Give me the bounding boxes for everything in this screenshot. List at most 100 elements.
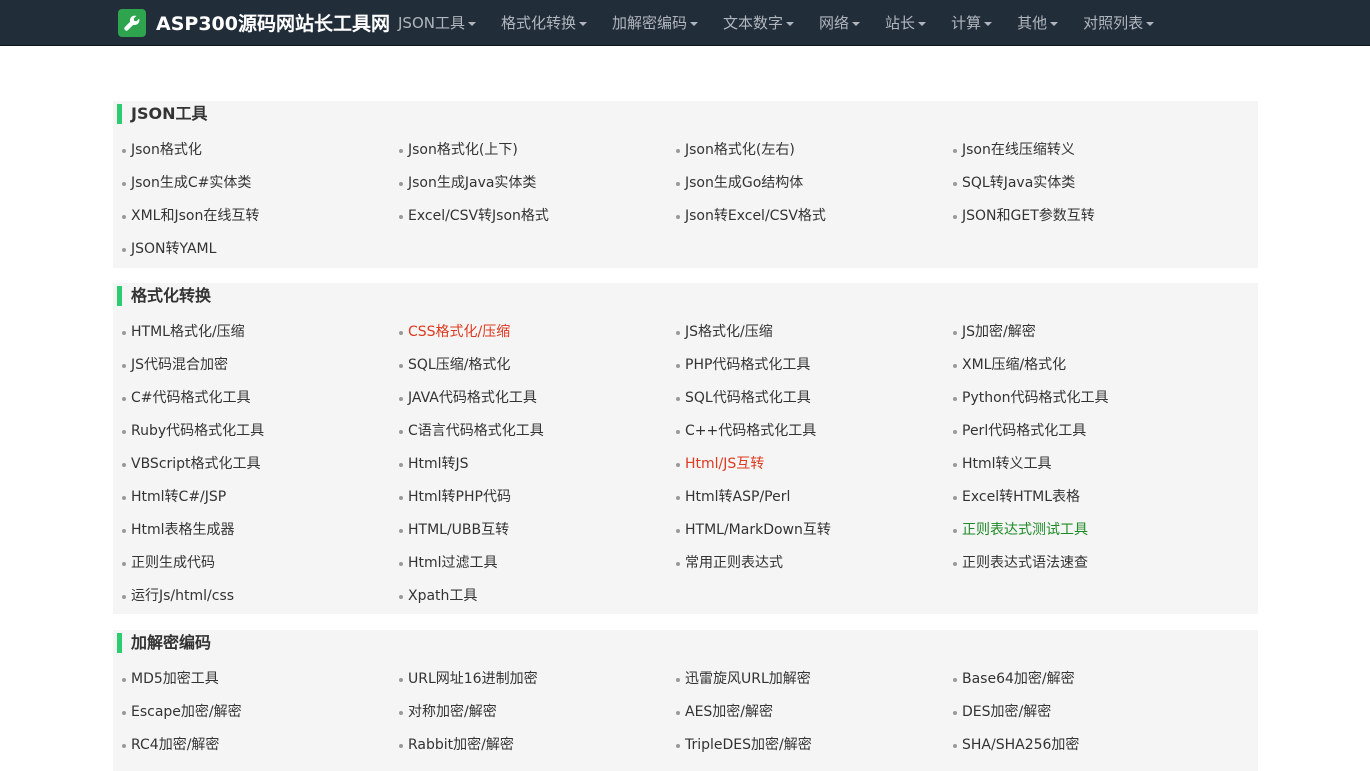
nav-menu-item[interactable]: 格式化转换 (489, 0, 600, 45)
tool-link[interactable]: Html转ASP/Perl (667, 481, 944, 514)
tool-link[interactable]: 迅雷旋风URL加解密 (667, 663, 944, 696)
tool-link[interactable]: JAVA代码格式化工具 (390, 382, 667, 415)
caret-down-icon (1146, 21, 1155, 26)
tool-link[interactable]: HTML/MarkDown互转 (667, 514, 944, 547)
caret-down-icon (984, 21, 993, 26)
caret-down-icon (786, 21, 795, 26)
tool-link[interactable]: HTML格式化/压缩 (113, 316, 390, 349)
tool-grid: HTML格式化/压缩 CSS格式化/压缩 JS格式化/压缩 JS加密/解密 JS代码… (113, 316, 1258, 613)
nav-menu-item[interactable]: JSON工具 (386, 0, 489, 45)
tool-link[interactable]: JSON转YAML (113, 233, 390, 266)
section-title: 格式化转换 (117, 286, 211, 306)
caret-down-icon (852, 21, 861, 26)
nav-menu-item[interactable]: 文本数字 (711, 0, 807, 45)
tool-link[interactable]: XML压缩/格式化 (944, 349, 1221, 382)
nav-menu-item[interactable]: 站长 (873, 0, 939, 45)
tool-link[interactable]: SQL压缩/格式化 (390, 349, 667, 382)
tool-link[interactable]: SQL代码格式化工具 (667, 382, 944, 415)
nav-menu-label: 格式化转换 (500, 14, 576, 32)
tool-link[interactable]: RC4加密/解密 (113, 729, 390, 762)
tool-link[interactable]: Python代码格式化工具 (944, 382, 1221, 415)
tool-link[interactable]: HTML/UBB互转 (390, 514, 667, 547)
tool-link[interactable]: Ruby代码格式化工具 (113, 415, 390, 448)
tool-link[interactable]: XML和Json在线互转 (113, 200, 390, 233)
main-nav-menu: JSON工具 格式化转换 加解密编码 文本数字 网络 站长 计算 其他 对照列表 (386, 0, 1167, 45)
tool-grid: Json格式化 Json格式化(上下) Json格式化(左右) Json在线压缩转义… (113, 134, 1258, 266)
tool-link[interactable]: Json格式化(上下) (390, 134, 667, 167)
nav-menu-label: 计算 (951, 14, 982, 32)
tool-link[interactable]: SQL转Java实体类 (944, 167, 1221, 200)
nav-menu-label: 站长 (885, 14, 916, 32)
caret-down-icon (579, 21, 587, 26)
tool-link[interactable]: MD5加密工具 (113, 663, 390, 696)
tool-link[interactable]: URL网址16进制加密 (390, 663, 667, 696)
tool-link[interactable]: JS格式化/压缩 (667, 316, 944, 349)
tool-link[interactable]: Json格式化 (113, 134, 390, 167)
tool-link[interactable]: Json转Excel/CSV格式 (667, 200, 944, 233)
wrench-icon (118, 8, 146, 37)
tool-link[interactable]: 对称加密/解密 (390, 696, 667, 729)
tool-link[interactable]: JS代码混合加密 (113, 349, 390, 382)
section-title: JSON工具 (117, 104, 207, 124)
tool-link[interactable]: SHA/SHA256加密 (944, 729, 1221, 762)
tool-link[interactable]: JSON和GET参数互转 (944, 200, 1221, 233)
nav-menu-label: 网络 (819, 14, 850, 32)
tool-link[interactable]: Rabbit加密/解密 (390, 729, 667, 762)
tool-link[interactable]: Json在线压缩转义 (944, 134, 1221, 167)
nav-menu-item[interactable]: 对照列表 (1071, 0, 1167, 45)
tool-link[interactable]: Excel/CSV转Json格式 (390, 200, 667, 233)
nav-menu-label: 其他 (1017, 14, 1048, 32)
tool-link[interactable]: Xpath工具 (390, 580, 667, 613)
tool-section: 格式化转换 HTML格式化/压缩 CSS格式化/压缩 JS格式化/压缩 JS加密/解密… (113, 283, 1258, 614)
tool-link[interactable]: 正则表达式语法速查 (944, 547, 1221, 580)
tool-link[interactable]: 正则生成代码 (113, 547, 390, 580)
tool-link[interactable]: Json生成Java实体类 (390, 167, 667, 200)
top-navbar: ASP300源码网站长工具网 JSON工具 格式化转换 加解密编码 文本数字 网络 站长 计… (0, 0, 1370, 46)
tool-section: JSON工具 Json格式化 Json格式化(上下) Json格式化(左右) Json… (113, 101, 1258, 268)
tool-link[interactable]: AES加密/解密 (667, 696, 944, 729)
tool-grid: MD5加密工具 URL网址16进制加密 迅雷旋风URL加解密 Base64加密/解密… (113, 663, 1258, 762)
caret-down-icon (467, 21, 476, 26)
tool-link[interactable]: PHP代码格式化工具 (667, 349, 944, 382)
nav-menu-label: 加解密编码 (612, 14, 688, 32)
section-title: 加解密编码 (117, 633, 211, 653)
nav-menu-item[interactable]: 加解密编码 (600, 0, 711, 45)
tool-link[interactable]: Html/JS互转 (667, 448, 944, 481)
brand[interactable]: ASP300源码网站长工具网 (118, 8, 390, 37)
tool-link[interactable]: Perl代码格式化工具 (944, 415, 1221, 448)
caret-down-icon (918, 21, 927, 26)
nav-menu-item[interactable]: 网络 (807, 0, 873, 45)
tool-link[interactable]: 运行Js/html/css (113, 580, 390, 613)
tool-link[interactable]: Html转JS (390, 448, 667, 481)
tool-link[interactable]: Escape加密/解密 (113, 696, 390, 729)
tool-link[interactable]: JS加密/解密 (944, 316, 1221, 349)
tool-link[interactable]: DES加密/解密 (944, 696, 1221, 729)
tool-link[interactable]: Json格式化(左右) (667, 134, 944, 167)
tool-link[interactable]: Json生成Go结构体 (667, 167, 944, 200)
nav-menu-label: JSON工具 (398, 14, 465, 32)
tool-link[interactable]: Html转义工具 (944, 448, 1221, 481)
tool-link[interactable]: 正则表达式测试工具 (944, 514, 1221, 547)
tool-link[interactable]: CSS格式化/压缩 (390, 316, 667, 349)
tool-link[interactable]: 常用正则表达式 (667, 547, 944, 580)
tool-link[interactable]: Base64加密/解密 (944, 663, 1221, 696)
tool-link[interactable]: Html表格生成器 (113, 514, 390, 547)
tool-section: 加解密编码 MD5加密工具 URL网址16进制加密 迅雷旋风URL加解密 Base64… (113, 630, 1258, 771)
nav-menu-label: 对照列表 (1083, 14, 1144, 32)
tool-link[interactable]: C语言代码格式化工具 (390, 415, 667, 448)
nav-menu-item[interactable]: 其他 (1005, 0, 1071, 45)
caret-down-icon (1050, 21, 1059, 26)
tool-link[interactable]: TripleDES加密/解密 (667, 729, 944, 762)
tool-link[interactable]: Excel转HTML表格 (944, 481, 1221, 514)
tool-link[interactable]: C#代码格式化工具 (113, 382, 390, 415)
brand-title: ASP300源码网站长工具网 (156, 13, 390, 35)
caret-down-icon (690, 21, 699, 26)
tool-link[interactable]: C++代码格式化工具 (667, 415, 944, 448)
nav-menu-item[interactable]: 计算 (939, 0, 1005, 45)
tool-link[interactable]: Html过滤工具 (390, 547, 667, 580)
tool-link[interactable]: Html转C#/JSP (113, 481, 390, 514)
nav-menu-label: 文本数字 (723, 14, 784, 32)
tool-link[interactable]: VBScript格式化工具 (113, 448, 390, 481)
tool-link[interactable]: Json生成C#实体类 (113, 167, 390, 200)
tool-link[interactable]: Html转PHP代码 (390, 481, 667, 514)
